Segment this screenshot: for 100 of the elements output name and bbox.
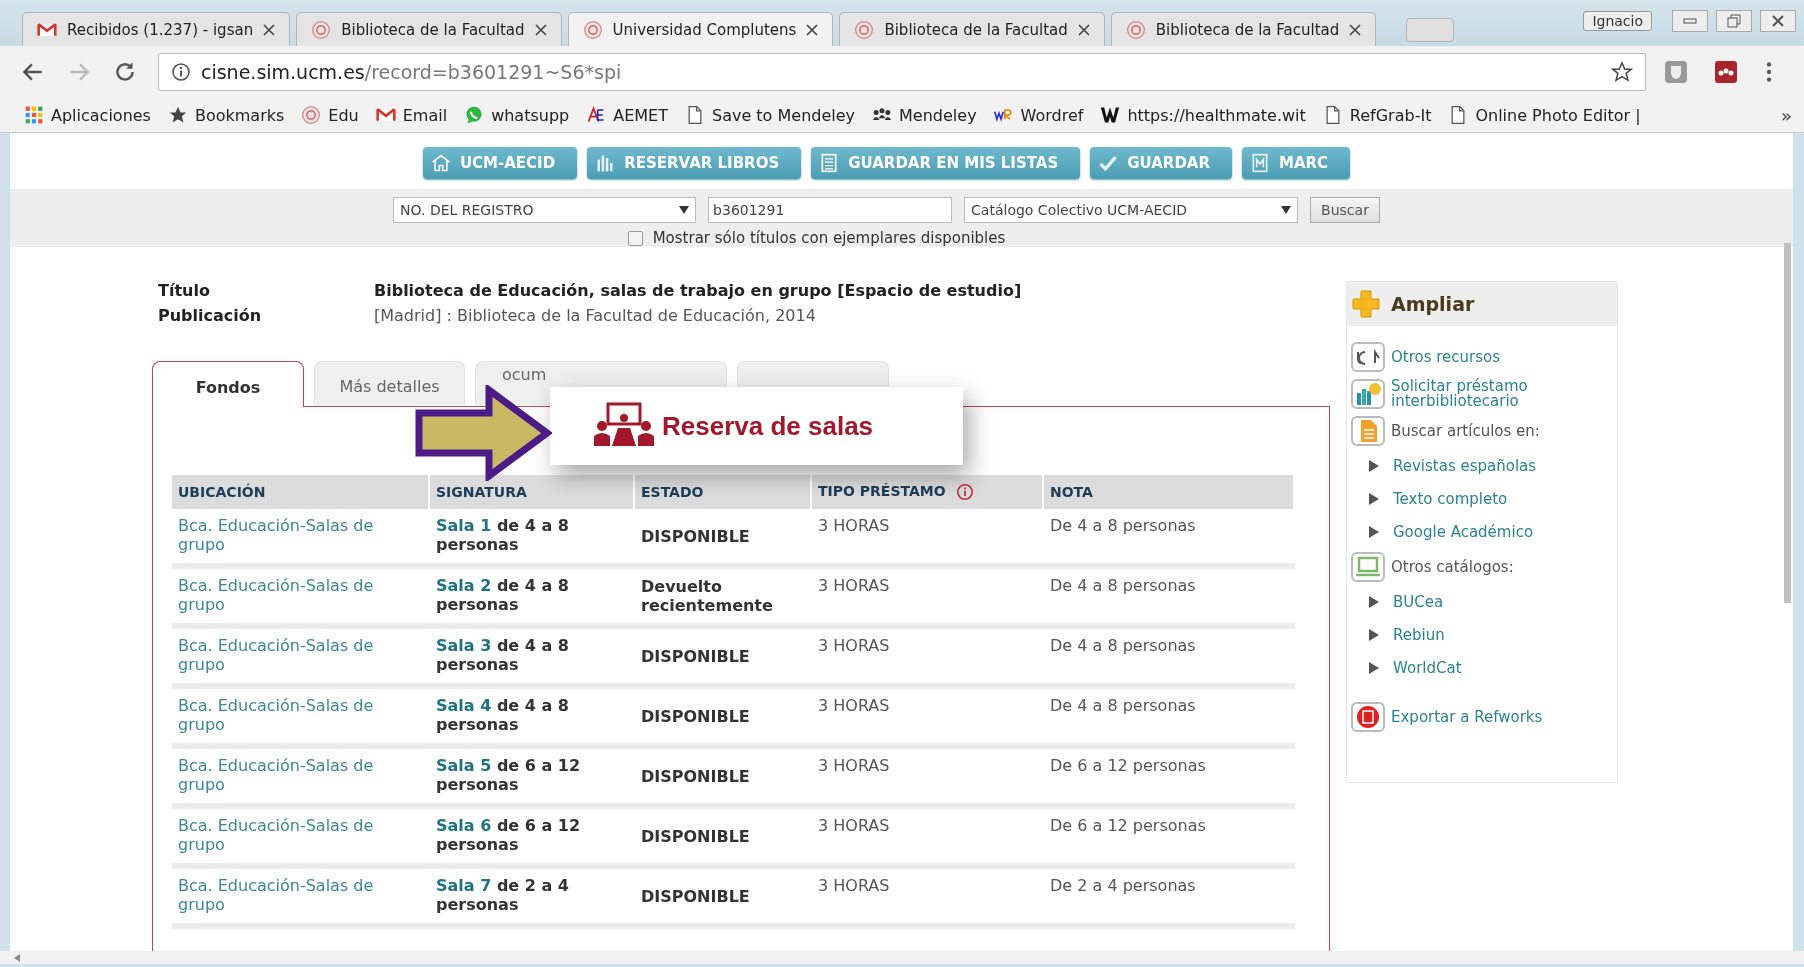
location-link[interactable]: Bca. Educación-Salas de grupo (178, 576, 422, 614)
search-button[interactable]: Buscar (1310, 197, 1380, 223)
bookmark-link[interactable]: Aplicaciones (51, 105, 151, 125)
caret-icon (1281, 206, 1292, 214)
checkbox[interactable] (627, 230, 643, 246)
column-header: NOTA (1043, 475, 1294, 509)
url-text: cisne.sim.ucm.es/record=b3601291~S6*spi (201, 61, 622, 83)
location-link[interactable]: Bca. Educación-Salas de grupo (178, 696, 422, 734)
sidebar-link[interactable]: Google Académico (1393, 523, 1534, 541)
room-link[interactable]: Sala 5 (436, 756, 492, 775)
location-link[interactable]: Bca. Educación-Salas de grupo (178, 516, 422, 554)
close-button[interactable] (1760, 10, 1796, 32)
mendeley-extension-icon[interactable] (1714, 60, 1738, 84)
dropdown[interactable]: NO. DEL REGISTRO (393, 197, 697, 223)
minimize-icon (1683, 18, 1697, 24)
status-text: Devuelto recientemente (641, 577, 773, 615)
bookmark-link[interactable]: Save to Mendeley (712, 105, 856, 125)
dropdown[interactable]: Catálogo Colectivo UCM-AECID (964, 197, 1299, 223)
info-icon[interactable] (955, 483, 974, 501)
loan-type: 3 HORAS (818, 816, 890, 835)
bookmark-link[interactable]: https://healthmate.wit (1127, 105, 1306, 125)
sidebar-link[interactable]: WorldCat (1393, 659, 1462, 677)
triangle-icon (1369, 662, 1379, 674)
note-text: De 4 a 8 personas (1050, 696, 1196, 715)
bookmark-link[interactable]: whatsupp (491, 105, 570, 125)
loan-type: 3 HORAS (818, 576, 890, 595)
list-icon (819, 153, 840, 173)
seal-icon (1125, 19, 1146, 40)
close-icon[interactable] (534, 23, 547, 36)
close-icon[interactable] (263, 23, 276, 36)
bookmark-link[interactable]: AEMET (613, 105, 668, 125)
bookmark-link[interactable]: RefGrab-It (1349, 105, 1432, 125)
bookmark-link[interactable]: Mendeley (899, 105, 977, 125)
sidebar-link[interactable]: Otros recursos (1391, 349, 1501, 365)
column-header: TIPO PRÉSTAMO (818, 483, 946, 499)
seal-icon (582, 19, 603, 40)
shield-icon[interactable] (1664, 60, 1688, 84)
browser-tab[interactable]: Universidad Complutens (567, 12, 834, 46)
sidebar-title: Ampliar (1391, 293, 1475, 315)
room-link[interactable]: Sala 1 (436, 516, 492, 535)
search-field[interactable]: b3601291 (708, 197, 953, 223)
sidebar-link[interactable]: Texto completo (1393, 490, 1508, 508)
close-icon[interactable] (1349, 23, 1362, 36)
more-bookmarks-button[interactable]: » (1781, 104, 1792, 126)
room-link[interactable]: Sala 4 (436, 696, 492, 715)
sidebar-link[interactable]: Solicitar préstamo interbibliotecario (1391, 379, 1613, 409)
call-number: Sala 3 de 4 a 8 personas (436, 636, 569, 674)
field-value: Biblioteca de Educación, salas de trabajo en grupo [Espacio de estudio] (374, 281, 1023, 300)
address-bar[interactable]: cisne.sim.ucm.es/record=b3601291~S6*spi (158, 53, 1646, 91)
field-label: Título (158, 281, 211, 300)
room-link[interactable]: Sala 7 (436, 876, 492, 895)
bookmark-link[interactable]: Edu (328, 105, 359, 125)
note-text: De 6 a 12 personas (1050, 816, 1206, 835)
status-text: DISPONIBLE (641, 526, 750, 546)
bookmark-link[interactable]: Bookmarks (194, 105, 285, 125)
callout-text: Reserva de salas (662, 410, 874, 442)
close-icon[interactable] (806, 23, 819, 36)
bookmark-link[interactable]: Wordref (1020, 105, 1084, 125)
browser-tab[interactable]: Biblioteca de la Facultad (839, 12, 1105, 46)
sidebar-link[interactable]: Rebiun (1393, 626, 1445, 644)
note-text: De 4 a 8 personas (1050, 636, 1196, 655)
field-label: Publicación (158, 306, 263, 325)
room-link[interactable]: Sala 3 (436, 636, 492, 655)
sidebar-link[interactable]: BUCea (1393, 593, 1444, 611)
loan-type: 3 HORAS (818, 636, 890, 655)
bookmark-link[interactable]: Online Photo Editor | (1475, 105, 1641, 125)
location-link[interactable]: Bca. Educación-Salas de grupo (178, 816, 422, 854)
room-link[interactable]: Sala 2 (436, 576, 492, 595)
browser-tab[interactable]: Biblioteca de la Facultad (296, 12, 562, 46)
star-icon[interactable] (1611, 61, 1633, 83)
seal-icon (301, 105, 322, 125)
call-number: Sala 2 de 4 a 8 personas (436, 576, 569, 614)
room-link[interactable]: Sala 6 (436, 816, 492, 835)
loan-type: 3 HORAS (818, 516, 890, 535)
document-icon (1351, 416, 1385, 446)
location-link[interactable]: Bca. Educación-Salas de grupo (178, 756, 422, 794)
scrollbar-thumb[interactable] (1784, 243, 1791, 603)
bookmark-link[interactable]: Email (402, 105, 448, 125)
triangle-icon (1369, 629, 1379, 641)
triangle-icon (1369, 460, 1379, 472)
location-link[interactable]: Bca. Educación-Salas de grupo (178, 636, 422, 674)
status-text: DISPONIBLE (641, 826, 750, 846)
seal-icon (311, 19, 332, 40)
tab[interactable]: Fondos (152, 361, 304, 407)
plus-icon (1351, 289, 1381, 319)
close-icon[interactable] (1077, 23, 1090, 36)
browser-tab[interactable]: Biblioteca de la Facultad (1110, 12, 1377, 46)
column-header: SIGNATURA (429, 475, 634, 509)
profile-button[interactable]: Ignacio (1583, 11, 1652, 31)
browser-tab[interactable]: Recibidos (1.237) - igsan (22, 12, 291, 46)
call-number: Sala 6 de 6 a 12 personas (436, 816, 581, 854)
sidebar-link[interactable]: Exportar a Refworks (1391, 709, 1543, 725)
call-number: Sala 4 de 4 a 8 personas (436, 696, 569, 734)
column-header: ESTADO (634, 475, 811, 509)
loan-type: 3 HORAS (818, 696, 890, 715)
call-number: Sala 7 de 2 a 4 personas (436, 876, 569, 914)
call-number: Sala 1 de 4 a 8 personas (436, 516, 569, 554)
location-link[interactable]: Bca. Educación-Salas de grupo (178, 876, 422, 914)
sidebar-link[interactable]: Revistas españolas (1393, 457, 1537, 475)
tab[interactable]: Más detalles (314, 361, 465, 405)
